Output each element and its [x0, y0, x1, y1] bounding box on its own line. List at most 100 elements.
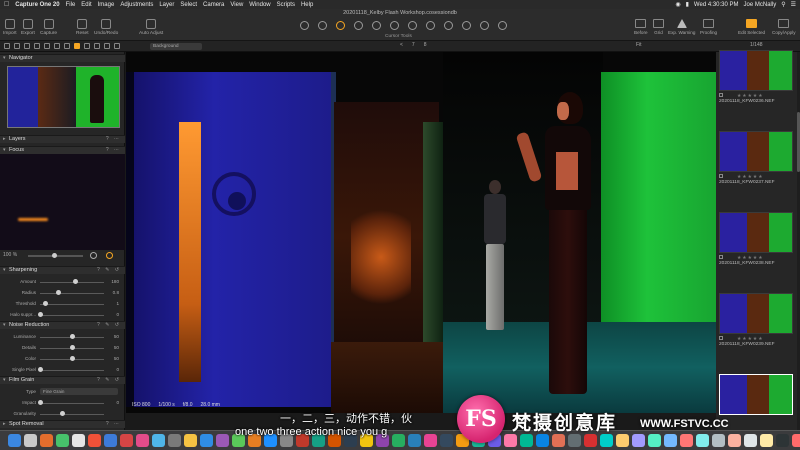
panel-actions-icon[interactable]: ? ⋯ [106, 136, 121, 143]
apple-menu-icon[interactable]:  [4, 1, 9, 8]
menu-select[interactable]: Select [180, 2, 197, 8]
previous-image-button[interactable]: < [400, 42, 403, 48]
capture-button[interactable]: Capture [40, 19, 57, 36]
menu-app-name[interactable]: Capture One 20 [15, 2, 59, 8]
exposure-tab-icon[interactable] [44, 43, 50, 49]
focus-loupe-icon[interactable] [106, 252, 113, 259]
slider-knob[interactable] [38, 400, 43, 405]
dock-app-icon[interactable] [536, 434, 549, 447]
menu-list-icon[interactable]: ☰ [791, 1, 796, 8]
pan-tool-icon[interactable] [318, 21, 327, 30]
slider-track[interactable] [40, 282, 104, 283]
dock-app-icon[interactable] [440, 434, 453, 447]
color-tab-icon[interactable] [34, 43, 40, 49]
dock-app-icon[interactable] [184, 434, 197, 447]
slider-track[interactable] [40, 414, 104, 415]
film-grain-type-select[interactable]: Fine Grain [40, 388, 118, 395]
exposure-warning-button[interactable]: Exp. Warning [668, 19, 695, 35]
composition-tab-icon[interactable] [64, 43, 70, 49]
dock-app-icon[interactable] [792, 434, 800, 447]
menu-help[interactable]: Help [301, 2, 313, 8]
menu-image[interactable]: Image [98, 2, 115, 8]
slider-value[interactable]: 0 [105, 312, 119, 317]
dock-app-icon[interactable] [88, 434, 101, 447]
dock-app-icon[interactable] [424, 434, 437, 447]
dock-app-icon[interactable] [648, 434, 661, 447]
dock-app-icon[interactable] [728, 434, 741, 447]
noise-reduction-header[interactable]: ▾ Noise Reduction ? ✎ ↺ [0, 321, 125, 329]
menu-adjustments[interactable]: Adjustments [120, 2, 153, 8]
panel-actions-icon[interactable]: ? ⋯ [106, 147, 121, 154]
dock-app-icon[interactable] [504, 434, 517, 447]
dock-app-icon[interactable] [664, 434, 677, 447]
panel-actions-icon[interactable]: ? ✎ ↺ [97, 322, 121, 329]
heal-tool-icon[interactable] [462, 21, 471, 30]
loupe-tool-icon[interactable] [336, 21, 345, 30]
zoom-icon[interactable] [90, 252, 97, 259]
select-tool-icon[interactable] [300, 21, 309, 30]
batch-tab-icon[interactable] [114, 43, 120, 49]
dock-app-icon[interactable] [408, 434, 421, 447]
dock-app-icon[interactable] [520, 434, 533, 447]
navigator-preview[interactable] [7, 66, 120, 128]
undo-redo-button[interactable]: Undo/Redo [94, 19, 118, 36]
slider-knob[interactable] [38, 312, 43, 317]
menu-layer[interactable]: Layer [159, 2, 174, 8]
panel-actions-icon[interactable]: ? ✎ ↺ [97, 267, 121, 274]
reset-button[interactable]: Reset [76, 19, 89, 36]
slider-track[interactable] [40, 315, 104, 316]
zoom-fit-select[interactable]: Fit [636, 42, 642, 48]
lens-tab-icon[interactable] [24, 43, 30, 49]
slider-track[interactable] [40, 370, 104, 371]
filmstrip-thumbnail[interactable] [719, 50, 793, 91]
menu-file[interactable]: File [66, 2, 76, 8]
styles-tab-icon[interactable] [54, 43, 60, 49]
focus-zoom-knob[interactable] [52, 253, 57, 258]
output-tab-icon[interactable] [104, 43, 110, 49]
film-grain-header[interactable]: ▾ Film Grain ? ✎ ↺ [0, 376, 125, 384]
export-button[interactable]: Export [21, 19, 35, 36]
rotate-tool-icon[interactable] [372, 21, 381, 30]
filmstrip-thumbnail[interactable] [719, 374, 793, 415]
slider-value[interactable]: 0.8 [105, 290, 119, 295]
sharpening-header[interactable]: ▾ Sharpening ? ✎ ↺ [0, 266, 125, 274]
keystone-tool-icon[interactable] [390, 21, 399, 30]
details-tab-icon[interactable] [74, 43, 80, 49]
dock-app-icon[interactable] [616, 434, 629, 447]
filmstrip-thumbnail[interactable] [719, 212, 793, 253]
slider-knob[interactable] [73, 279, 79, 284]
dock-app-icon[interactable] [120, 434, 133, 447]
dock-app-icon[interactable] [760, 434, 773, 447]
filmstrip-thumbnail[interactable] [719, 293, 793, 334]
library-tab-icon[interactable] [4, 43, 10, 49]
dock-app-icon[interactable] [568, 434, 581, 447]
slider-track[interactable] [40, 304, 104, 305]
search-icon[interactable]: ⚲ [781, 1, 785, 8]
slider-knob[interactable] [70, 356, 75, 361]
dock-app-icon[interactable] [632, 434, 645, 447]
slider-knob[interactable] [60, 411, 66, 416]
layers-header[interactable]: ▸ Layers ? ⋯ [0, 135, 125, 143]
dock-app-icon[interactable] [696, 434, 709, 447]
dock-app-icon[interactable] [776, 434, 789, 447]
slider-knob[interactable] [43, 301, 49, 306]
picker-tool-icon[interactable] [480, 21, 489, 30]
slider-value[interactable]: 0 [105, 400, 119, 405]
navigator-header[interactable]: ▾ Navigator [0, 54, 125, 62]
slider-value[interactable]: 0 [105, 367, 119, 372]
dock-app-icon[interactable] [72, 434, 85, 447]
dock-app-icon[interactable] [56, 434, 69, 447]
menu-view[interactable]: View [230, 2, 243, 8]
copy-apply-button[interactable]: Copy/Apply [772, 19, 796, 35]
panel-actions-icon[interactable]: ? ⋯ [106, 421, 121, 428]
battery-icon[interactable]: ▮ [686, 1, 689, 8]
slider-knob[interactable] [70, 334, 75, 339]
dock-app-icon[interactable] [104, 434, 117, 447]
edit-selected-button[interactable]: Edit Selected [738, 19, 765, 35]
slider-knob[interactable] [38, 367, 43, 372]
dock-app-icon[interactable] [392, 434, 405, 447]
dock-app-icon[interactable] [744, 434, 757, 447]
annotate-tool-icon[interactable] [498, 21, 507, 30]
capture-tab-icon[interactable] [14, 43, 20, 49]
slider-knob[interactable] [55, 290, 61, 295]
